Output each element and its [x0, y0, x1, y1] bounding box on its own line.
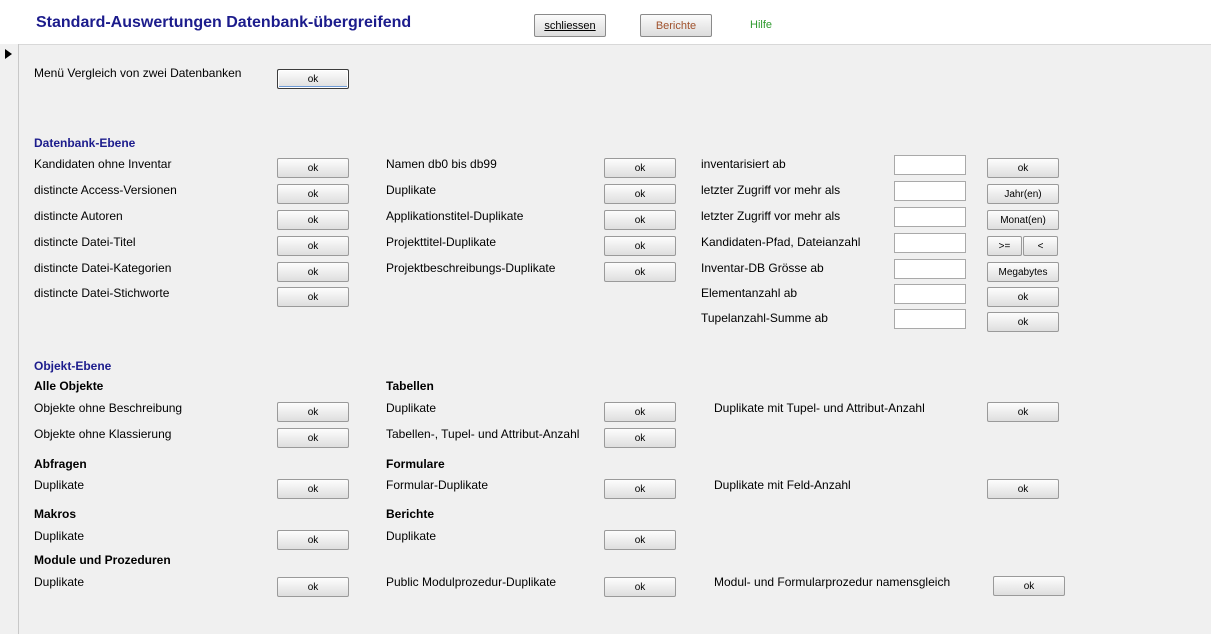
section-heading-object-level: Objekt-Ebene: [34, 359, 112, 373]
tables-ok-button[interactable]: ok: [604, 402, 676, 422]
db-col2-ok-button[interactable]: ok: [604, 184, 676, 204]
current-record-arrow-icon: [5, 49, 12, 59]
db-col3-label: Kandidaten-Pfad, Dateianzahl: [701, 235, 861, 249]
reports-button-label: Berichte: [655, 19, 697, 32]
element-count-ok-button[interactable]: ok: [987, 287, 1059, 307]
menu-compare-label: Menü Vergleich von zwei Datenbanken: [34, 66, 242, 80]
modules-label: Duplikate: [34, 575, 85, 589]
db-col1-label: distincte Autoren: [34, 209, 123, 223]
years-button[interactable]: Jahr(en): [987, 184, 1059, 204]
group-heading-modules: Module und Prozeduren: [34, 553, 171, 567]
macros-ok-button[interactable]: ok: [277, 530, 349, 550]
queries-ok-button[interactable]: ok: [277, 479, 349, 499]
element-count-input[interactable]: [894, 284, 966, 304]
all-objects-ok-button[interactable]: ok: [277, 428, 349, 448]
db-col1-ok-button[interactable]: ok: [277, 210, 349, 230]
same-name-procedure-label: Modul- und Formularprozedur namensgleich: [714, 575, 951, 589]
candidate-path-count-input[interactable]: [894, 233, 966, 253]
last-access-years-input[interactable]: [894, 181, 966, 201]
tables-extra-ok-button[interactable]: ok: [987, 402, 1059, 422]
group-heading-tables: Tabellen: [386, 379, 434, 393]
all-objects-ok-button[interactable]: ok: [277, 402, 349, 422]
db-col2-label: Duplikate: [386, 183, 437, 197]
group-heading-forms: Formulare: [386, 457, 445, 471]
months-button[interactable]: Monat(en): [987, 210, 1059, 230]
group-heading-macros: Makros: [34, 507, 77, 521]
forms-label: Formular-Duplikate: [386, 478, 489, 492]
help-link[interactable]: Hilfe: [750, 19, 772, 31]
db-col2-label: Namen db0 bis db99: [386, 157, 497, 171]
db-col2-label: Projekttitel-Duplikate: [386, 235, 497, 249]
modules-ok-button[interactable]: ok: [277, 577, 349, 597]
queries-label: Duplikate: [34, 478, 85, 492]
public-module-procedure-label: Public Modulprozedur-Duplikate: [386, 575, 557, 589]
forms-extra-label: Duplikate mit Feld-Anzahl: [714, 478, 851, 492]
forms-ok-button[interactable]: ok: [604, 479, 676, 499]
tables-label: Tabellen-, Tupel- und Attribut-Anzahl: [386, 427, 580, 441]
forms-extra-ok-button[interactable]: ok: [987, 479, 1059, 499]
db-col1-label: distincte Datei-Stichworte: [34, 286, 170, 300]
close-button[interactable]: schliessen: [534, 14, 606, 37]
tuple-count-sum-ok-button[interactable]: ok: [987, 312, 1059, 332]
group-heading-reports: Berichte: [386, 507, 435, 521]
db-col3-label: inventarisiert ab: [701, 157, 786, 171]
macros-label: Duplikate: [34, 529, 85, 543]
tuple-count-sum-input[interactable]: [894, 309, 966, 329]
menu-compare-ok-button[interactable]: ok: [277, 69, 349, 89]
db-col2-ok-button[interactable]: ok: [604, 210, 676, 230]
last-access-months-input[interactable]: [894, 207, 966, 227]
tables-label: Duplikate: [386, 401, 437, 415]
db-col1-label: distincte Datei-Titel: [34, 235, 136, 249]
db-col2-label: Applikationstitel-Duplikate: [386, 209, 524, 223]
form-header: Standard-Auswertungen Datenbank-übergrei…: [0, 0, 1211, 45]
db-col3-label: Inventar-DB Grösse ab: [701, 261, 824, 275]
inventory-db-size-input[interactable]: [894, 259, 966, 279]
db-col1-ok-button[interactable]: ok: [277, 158, 349, 178]
tables-extra-label: Duplikate mit Tupel- und Attribut-Anzahl: [714, 401, 925, 415]
reports-button[interactable]: Berichte: [640, 14, 712, 37]
group-heading-all-objects: Alle Objekte: [34, 379, 104, 393]
db-col3-label: Elementanzahl ab: [701, 286, 798, 300]
db-col1-ok-button[interactable]: ok: [277, 236, 349, 256]
group-heading-queries: Abfragen: [34, 457, 87, 471]
db-col2-label: Projektbeschreibungs-Duplikate: [386, 261, 556, 275]
db-col2-ok-button[interactable]: ok: [604, 236, 676, 256]
page-title: Standard-Auswertungen Datenbank-übergrei…: [36, 14, 412, 31]
greater-equal-button[interactable]: >=: [987, 236, 1022, 256]
tables-ok-button[interactable]: ok: [604, 428, 676, 448]
same-name-procedure-ok-button[interactable]: ok: [993, 576, 1065, 596]
all-objects-label: Objekte ohne Klassierung: [34, 427, 172, 441]
db-col1-label: Kandidaten ohne Inventar: [34, 157, 172, 171]
db-col1-ok-button[interactable]: ok: [277, 184, 349, 204]
public-module-procedure-ok-button[interactable]: ok: [604, 577, 676, 597]
db-col2-ok-button[interactable]: ok: [604, 158, 676, 178]
section-heading-db-level: Datenbank-Ebene: [34, 136, 136, 150]
db-col1-ok-button[interactable]: ok: [277, 262, 349, 282]
megabytes-button[interactable]: Megabytes: [987, 262, 1059, 282]
db-col1-ok-button[interactable]: ok: [277, 287, 349, 307]
db-col1-label: distincte Access-Versionen: [34, 183, 177, 197]
db-col3-label: letzter Zugriff vor mehr als: [701, 209, 841, 223]
inventoried-since-input[interactable]: [894, 155, 966, 175]
all-objects-label: Objekte ohne Beschreibung: [34, 401, 183, 415]
reports-label: Duplikate: [386, 529, 437, 543]
db-col3-label: Tupelanzahl-Summe ab: [701, 311, 828, 325]
inventoried-since-ok-button[interactable]: ok: [987, 158, 1059, 178]
less-than-button[interactable]: <: [1023, 236, 1058, 256]
record-selector[interactable]: [0, 44, 19, 634]
reports-ok-button[interactable]: ok: [604, 530, 676, 550]
db-col2-ok-button[interactable]: ok: [604, 262, 676, 282]
db-col1-label: distincte Datei-Kategorien: [34, 261, 172, 275]
db-col3-label: letzter Zugriff vor mehr als: [701, 183, 841, 197]
close-button-label: schliessen: [544, 19, 596, 32]
